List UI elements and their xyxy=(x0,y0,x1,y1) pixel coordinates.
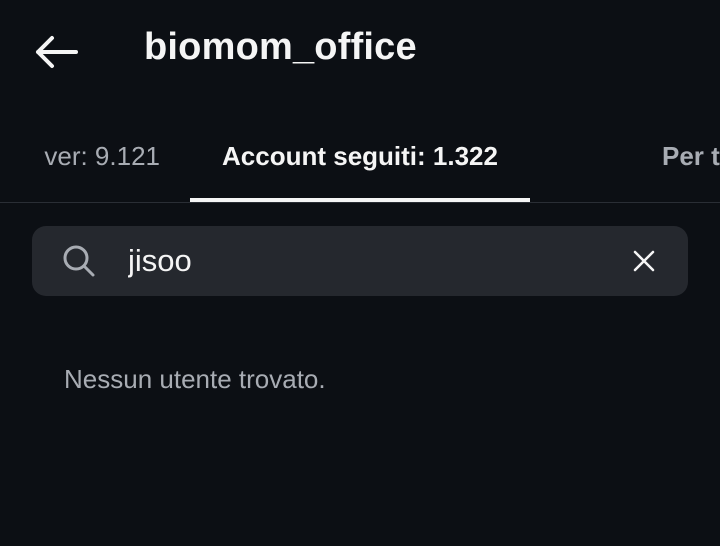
search-icon xyxy=(63,245,95,277)
tab-followers[interactable]: ver: 9.121 xyxy=(0,110,160,202)
search-input[interactable] xyxy=(128,238,608,284)
screen: biomom_office ver: 9.121 Account seguiti… xyxy=(0,0,720,546)
search-bar xyxy=(32,226,688,296)
empty-results-message: Nessun utente trovato. xyxy=(64,364,326,394)
back-button[interactable] xyxy=(28,28,84,76)
tab-following[interactable]: Account seguiti: 1.322 xyxy=(190,110,530,202)
top-app-bar: biomom_office xyxy=(0,0,720,100)
tab-bar: ver: 9.121 Account seguiti: 1.322 Per t xyxy=(0,110,720,202)
tab-for-you[interactable]: Per t xyxy=(662,110,720,202)
clear-search-button[interactable] xyxy=(626,243,662,279)
tabs-divider xyxy=(0,202,720,203)
page-title: biomom_office xyxy=(144,26,417,68)
close-icon xyxy=(633,250,655,272)
arrow-left-icon xyxy=(36,36,78,68)
